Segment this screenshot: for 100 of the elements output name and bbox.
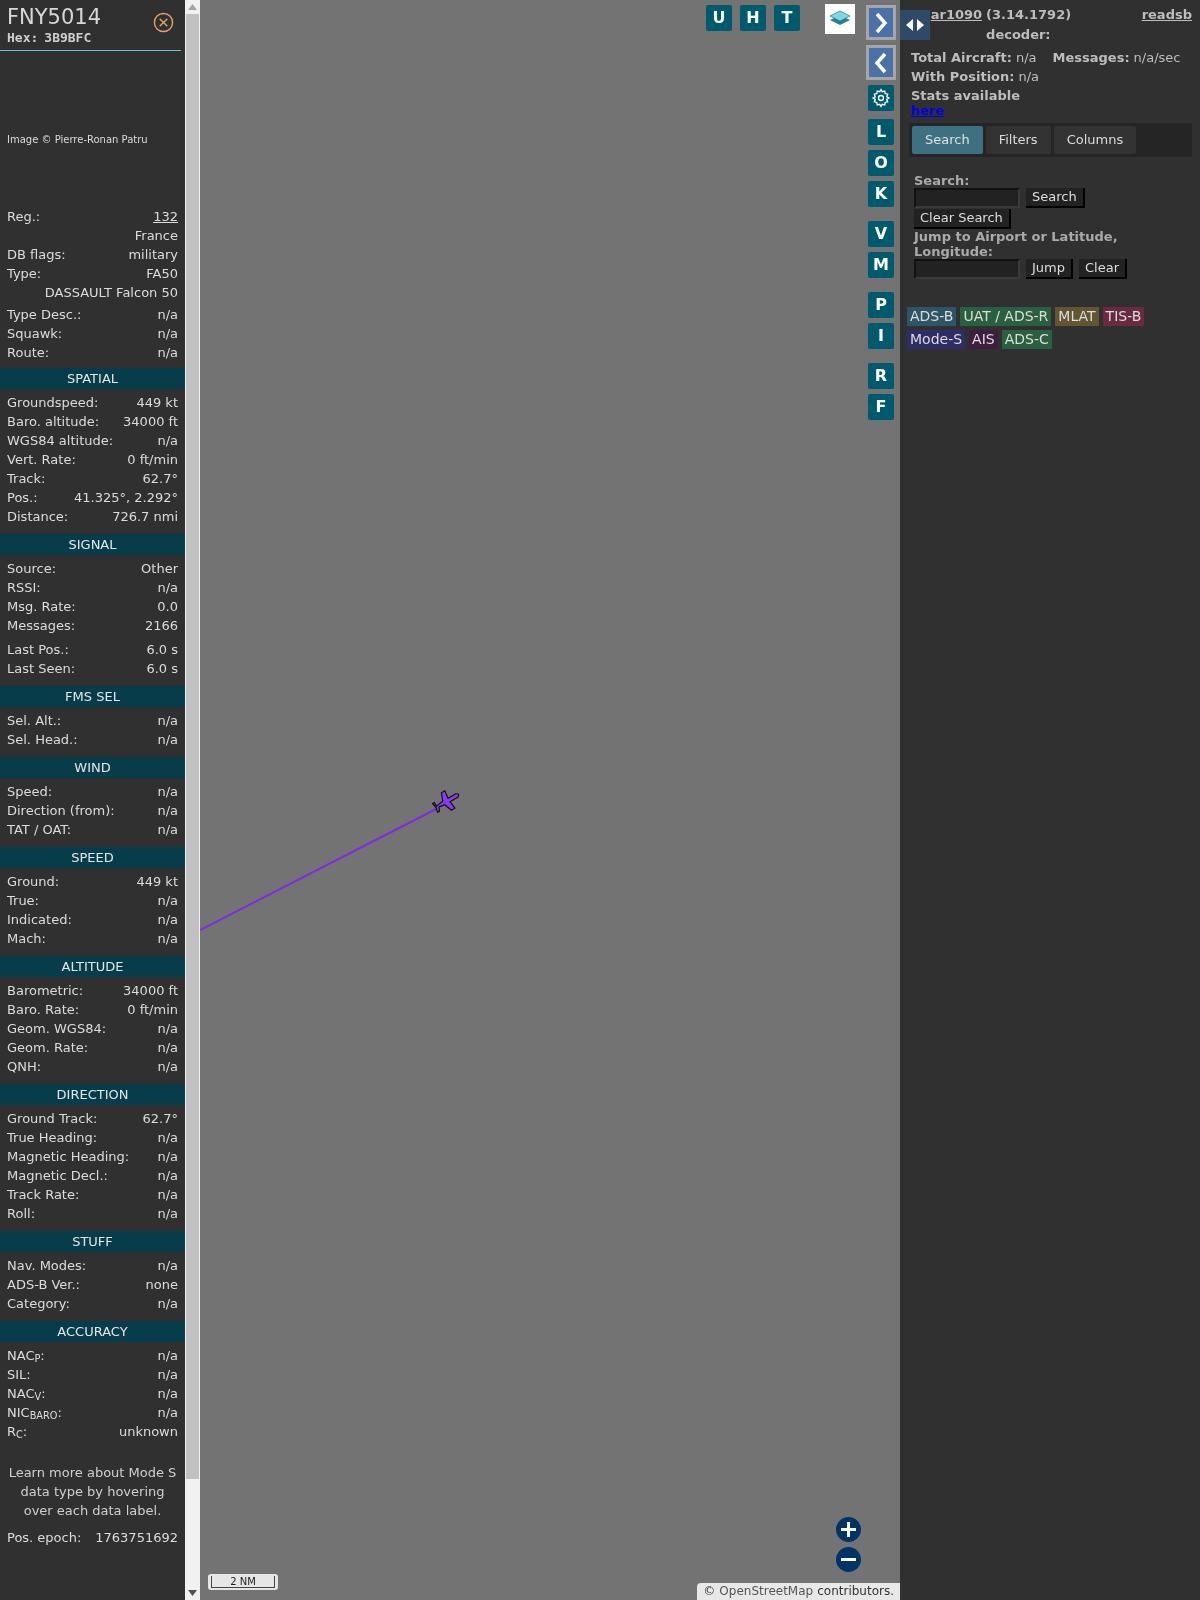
map-toggle-button[interactable]: O <box>868 150 894 176</box>
collapse-button[interactable] <box>866 45 896 80</box>
field-label: DB flags: <box>7 246 66 264</box>
field-value: none <box>145 1276 178 1294</box>
close-icon[interactable] <box>153 12 174 33</box>
scroll-down-icon[interactable] <box>188 1590 197 1596</box>
field-value: n/a <box>157 1020 178 1038</box>
field-label: Squawk: <box>7 325 63 343</box>
scrollbar[interactable] <box>185 0 200 1600</box>
field-label: Sel. Alt.: <box>7 712 62 730</box>
source-tag[interactable]: Mode-S <box>907 330 966 349</box>
field-value: 6.0 s <box>146 641 178 659</box>
field-value: 6.0 s <box>146 660 178 678</box>
expand-button[interactable] <box>866 5 896 40</box>
field-value: 0.0 <box>157 598 178 616</box>
field-label: True Heading: <box>7 1129 98 1147</box>
tab[interactable]: Search <box>912 126 983 154</box>
scrollbar-thumb[interactable] <box>186 14 199 1479</box>
decoder-link[interactable]: readsb <box>1141 5 1192 44</box>
source-tag[interactable]: ADS-B <box>907 307 957 326</box>
field-label: TAT / OAT: <box>7 821 72 839</box>
section-header: FMS SEL <box>0 686 185 707</box>
layers-button[interactable] <box>825 4 855 34</box>
field-value: n/a <box>157 892 178 910</box>
field-value: 0 ft/min <box>127 451 178 469</box>
map-toggle-button[interactable]: M <box>868 252 894 278</box>
app-link[interactable]: ar1090 <box>930 5 983 44</box>
search-field[interactable] <box>914 188 1020 208</box>
field-value: n/a <box>157 325 178 343</box>
source-tag[interactable]: AIS <box>969 330 998 349</box>
map-toggle-button[interactable]: L <box>868 119 894 145</box>
jump-field[interactable] <box>914 259 1020 279</box>
map-toggle-button[interactable]: T <box>774 5 800 31</box>
field-label: Direction (from): <box>7 802 115 820</box>
jump-button[interactable]: Jump <box>1026 259 1073 279</box>
map-toggle-button[interactable]: V <box>868 221 894 247</box>
map-toggle-button[interactable]: P <box>868 292 894 318</box>
field-value: n/a <box>157 306 178 324</box>
aircraft-icon[interactable] <box>432 790 460 813</box>
field-value: 726.7 nmi <box>112 508 178 526</box>
scale-bar: 2 NM <box>208 1574 278 1590</box>
field-value: n/a <box>157 1366 178 1384</box>
photo-credit: Image © Pierre-Ronan Patru <box>7 132 148 147</box>
field-label: Geom. WGS84: <box>7 1020 107 1038</box>
section-header: WIND <box>0 757 185 778</box>
stat-value: n/a <box>1018 68 1040 86</box>
search-button[interactable]: Search <box>1026 188 1085 208</box>
map-toggle-button[interactable]: I <box>868 323 894 349</box>
clear-search-button[interactable]: Clear Search <box>914 209 1011 229</box>
hex-label: Hex: <box>7 30 39 46</box>
field-value: n/a <box>157 712 178 730</box>
field-value: n/a <box>157 1167 178 1185</box>
map-toggle-button[interactable]: F <box>868 394 894 420</box>
field-value: FA50 <box>146 265 178 283</box>
field-value: n/a <box>157 1205 178 1223</box>
zoom-out-icon[interactable] <box>836 1547 861 1572</box>
field-value: n/a <box>157 1347 178 1365</box>
field-label: Type Desc.: <box>7 306 82 324</box>
help-note: Learn more about Mode S data type by hovering over each data label. <box>7 1464 178 1520</box>
map-toggle-button[interactable]: K <box>868 181 894 207</box>
field-label: Last Pos.: <box>7 641 69 659</box>
section-header: ACCURACY <box>0 1321 185 1342</box>
source-tag[interactable]: MLAT <box>1055 307 1099 326</box>
field-label: Reg.: <box>7 208 41 226</box>
clear-button[interactable]: Clear <box>1079 259 1127 279</box>
field-label: Ground Track: <box>7 1110 98 1128</box>
tab[interactable]: Filters <box>985 126 1051 154</box>
attribution-link[interactable]: OpenStreetMap <box>719 1583 814 1600</box>
source-tag[interactable]: UAT / ADS-R <box>960 307 1052 326</box>
field-label: Messages: <box>7 617 76 635</box>
source-tag[interactable]: ADS-C <box>1001 330 1052 349</box>
stat-value: n/a <box>1015 49 1037 67</box>
field-label: Category: <box>7 1295 70 1313</box>
field-label: Source: <box>7 560 57 578</box>
map-toggle-button[interactable]: U <box>706 5 732 31</box>
field-label: SIL: <box>7 1366 31 1384</box>
field-value: n/a <box>157 783 178 801</box>
field-value: n/a <box>157 344 178 362</box>
map-toggle-button[interactable]: H <box>740 5 766 31</box>
registration-link[interactable]: 132 <box>153 207 178 226</box>
field-value: military <box>128 246 178 264</box>
panel-toggle-button[interactable] <box>900 9 930 40</box>
attribution-text: © <box>703 1583 716 1600</box>
field-label: Indicated: <box>7 911 72 929</box>
field-value: n/a <box>157 911 178 929</box>
section-header: STUFF <box>0 1231 185 1252</box>
field-value: France <box>134 227 178 245</box>
field-value: 62.7° <box>142 1110 178 1128</box>
settings-button[interactable] <box>868 85 894 111</box>
tab[interactable]: Columns <box>1053 126 1137 154</box>
map-toggle-button[interactable]: R <box>868 363 894 389</box>
section-header: ALTITUDE <box>0 956 185 977</box>
stat-value: n/a/sec <box>1133 49 1181 67</box>
field-value: n/a <box>157 821 178 839</box>
field-value: 449 kt <box>136 394 178 412</box>
settings-icon <box>871 88 891 108</box>
zoom-in-icon[interactable] <box>836 1517 861 1542</box>
source-tag[interactable]: TIS-B <box>1102 307 1145 326</box>
field-value: n/a <box>157 1257 178 1275</box>
field-label: Pos. epoch: <box>7 1529 82 1547</box>
